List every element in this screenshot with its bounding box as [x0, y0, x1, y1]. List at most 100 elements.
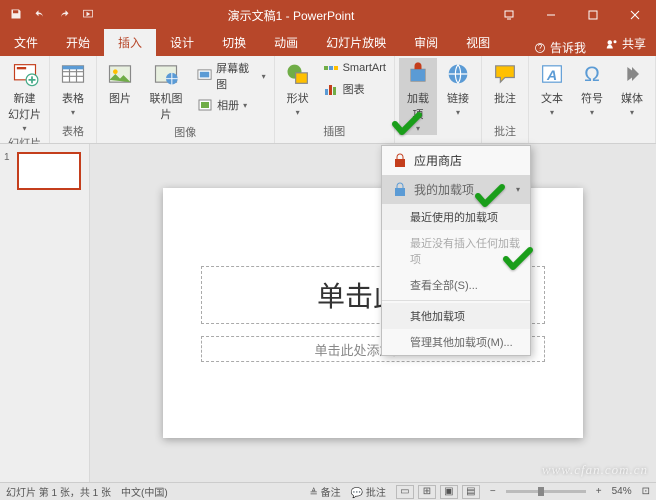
save-icon[interactable] [10, 8, 22, 23]
media-label: 媒体 [621, 90, 643, 106]
chevron-down-icon: ▾ [516, 185, 520, 194]
table-button[interactable]: 表格 ▾ [54, 58, 92, 119]
tab-home[interactable]: 开始 [52, 29, 104, 56]
group-illustrations-label: 插图 [279, 123, 390, 141]
tab-file[interactable]: 文件 [0, 29, 52, 56]
pictures-icon [106, 60, 134, 88]
menu-tabs: 文件 开始 插入 设计 切换 动画 幻灯片放映 审阅 视图 告诉我 共享 [0, 30, 656, 56]
hyperlink-icon [444, 60, 472, 88]
thumb-number: 1 [4, 152, 10, 163]
close-icon[interactable] [614, 0, 656, 30]
dropdown-my-addins[interactable]: 我的加载项 ▾ [382, 175, 530, 204]
fit-window-icon[interactable]: ⊡ [642, 486, 650, 497]
symbols-button[interactable]: Ω 符号 ▾ [573, 58, 611, 119]
minimize-icon[interactable] [530, 0, 572, 30]
tab-animations[interactable]: 动画 [260, 29, 312, 56]
screenshot-button[interactable]: 屏幕截图▾ [193, 58, 270, 94]
checkmark-annotation [503, 247, 533, 276]
watermark: www.cfan.com.cn [542, 462, 648, 478]
new-slide-icon [11, 60, 39, 88]
undo-icon[interactable] [34, 8, 46, 23]
view-slideshow-icon[interactable]: ▤ [462, 485, 480, 499]
window-title: 演示文稿1 - PowerPoint [94, 7, 488, 24]
dropdown-manage-other[interactable]: 管理其他加载项(M)... [382, 329, 530, 355]
ribbon-options-icon[interactable] [488, 0, 530, 30]
maximize-icon[interactable] [572, 0, 614, 30]
zoom-out-icon[interactable]: − [490, 486, 496, 497]
new-slide-button[interactable]: 新建 幻灯片 ▾ [4, 58, 45, 135]
group-comments-label: 批注 [486, 123, 524, 141]
chevron-down-icon: ▾ [590, 108, 594, 117]
chevron-down-icon: ▾ [456, 108, 460, 117]
pictures-label: 图片 [109, 90, 131, 106]
zoom-in-icon[interactable]: + [596, 486, 602, 497]
svg-text:Ω: Ω [584, 63, 600, 86]
zoom-slider[interactable] [506, 490, 586, 493]
online-pictures-button[interactable]: 联机图片 [141, 58, 191, 124]
checkmark-annotation [475, 184, 505, 213]
table-label: 表格 [62, 90, 84, 106]
tab-view[interactable]: 视图 [452, 29, 504, 56]
text-button[interactable]: A 文本 ▾ [533, 58, 571, 119]
store-icon [392, 153, 408, 169]
comment-button[interactable]: 批注 [486, 58, 524, 108]
shapes-icon [284, 60, 312, 88]
dropdown-store[interactable]: 应用商店 [382, 146, 530, 175]
dropdown-recent-header: 最近使用的加载项 [382, 204, 530, 230]
tab-insert[interactable]: 插入 [104, 29, 156, 56]
chart-icon [323, 81, 339, 97]
chart-button[interactable]: 图表 [319, 79, 390, 99]
my-addins-icon [392, 182, 408, 198]
ribbon: 新建 幻灯片 ▾ 幻灯片 表格 ▾ 表格 图片 联机图片 [0, 56, 656, 144]
online-pictures-icon [152, 60, 180, 88]
view-sorter-icon[interactable]: ⊞ [418, 485, 436, 499]
shapes-label: 形状 [287, 90, 309, 106]
zoom-level[interactable]: 54% [612, 486, 632, 497]
new-slide-label: 新建 幻灯片 [8, 90, 41, 122]
smartart-button[interactable]: SmartArt [319, 58, 390, 78]
tab-transitions[interactable]: 切换 [208, 29, 260, 56]
slide-canvas: 单击此处 单击此处添加副标题 [90, 144, 656, 482]
chevron-down-icon: ▾ [22, 124, 26, 133]
symbols-label: 符号 [581, 90, 603, 106]
pictures-button[interactable]: 图片 [101, 58, 139, 108]
checkmark-annotation [392, 112, 422, 141]
slide-thumbnail[interactable] [17, 152, 81, 190]
photo-album-button[interactable]: 相册▾ [193, 95, 270, 115]
text-icon: A [538, 60, 566, 88]
view-reading-icon[interactable]: ▣ [440, 485, 458, 499]
status-notes[interactable]: ≜ 备注 [310, 484, 341, 499]
chevron-down-icon: ▾ [550, 108, 554, 117]
hyperlink-button[interactable]: 链接 ▾ [439, 58, 477, 119]
share-button[interactable]: 共享 [596, 31, 656, 56]
workspace: 1 单击此处 单击此处添加副标题 [0, 144, 656, 482]
status-language[interactable]: 中文(中国) [121, 484, 168, 499]
tell-me[interactable]: 告诉我 [524, 39, 596, 56]
media-icon [618, 60, 646, 88]
group-tables-label: 表格 [54, 123, 92, 141]
view-buttons: ▭ ⊞ ▣ ▤ [396, 485, 480, 499]
tab-review[interactable]: 审阅 [400, 29, 452, 56]
view-normal-icon[interactable]: ▭ [396, 485, 414, 499]
status-slide-info: 幻灯片 第 1 张，共 1 张 [6, 484, 111, 499]
text-label: 文本 [541, 90, 563, 106]
redo-icon[interactable] [58, 8, 70, 23]
tab-slideshow[interactable]: 幻灯片放映 [312, 29, 400, 56]
photo-album-icon [197, 97, 213, 113]
start-icon[interactable] [82, 8, 94, 23]
table-icon [59, 60, 87, 88]
media-button[interactable]: 媒体 ▾ [613, 58, 651, 119]
chevron-down-icon: ▾ [630, 108, 634, 117]
tab-design[interactable]: 设计 [156, 29, 208, 56]
titlebar: 演示文稿1 - PowerPoint [0, 0, 656, 30]
group-images-label: 图像 [101, 124, 270, 142]
shapes-button[interactable]: 形状 ▾ [279, 58, 317, 119]
comment-label: 批注 [494, 90, 516, 106]
online-pictures-label: 联机图片 [145, 90, 187, 122]
slide-thumbnails: 1 [0, 144, 90, 482]
status-comments[interactable]: 💬 批注 [351, 484, 386, 499]
symbols-icon: Ω [578, 60, 606, 88]
chevron-down-icon: ▾ [296, 108, 300, 117]
comment-icon [491, 60, 519, 88]
smartart-icon [323, 60, 339, 76]
